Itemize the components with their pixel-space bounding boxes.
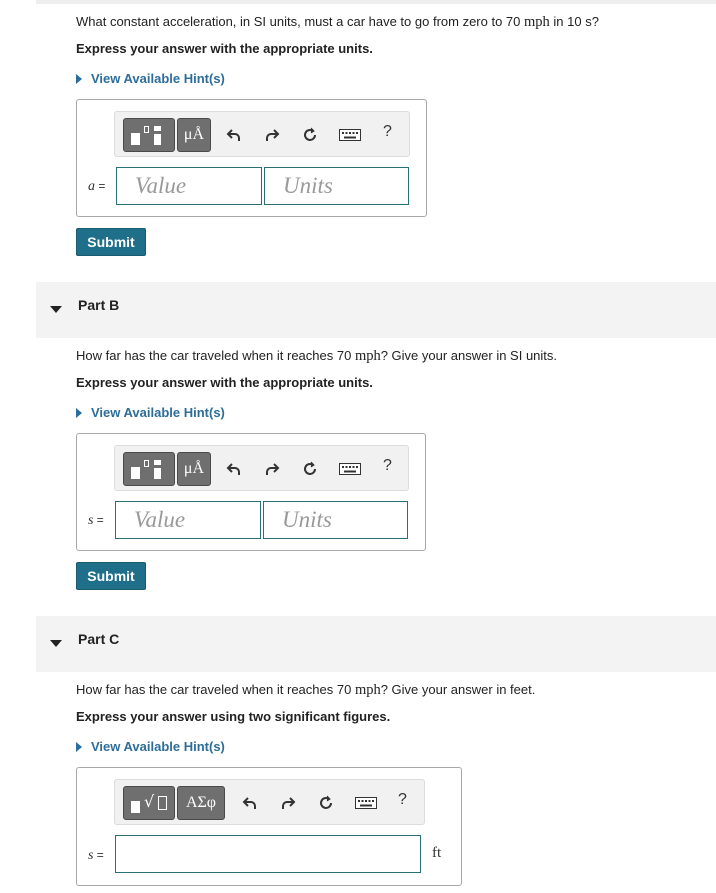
redo-icon[interactable]: [261, 124, 283, 146]
part-b-question: How far has the car traveled when it rea…: [76, 348, 558, 364]
expand-triangle-icon: [76, 742, 82, 752]
templates-button[interactable]: [123, 452, 175, 486]
help-icon[interactable]: ?: [398, 791, 407, 809]
redo-icon[interactable]: [277, 792, 299, 814]
part-c-header[interactable]: Part C: [36, 616, 716, 672]
part-a-variable-label: a =: [88, 179, 106, 194]
part-a-answer-box: μÅ ? a = Value Units: [76, 99, 427, 217]
part-c-title: Part C: [78, 631, 120, 647]
part-c-question: How far has the car traveled when it rea…: [76, 682, 536, 698]
part-b-header[interactable]: Part B: [36, 282, 716, 338]
reset-icon[interactable]: [299, 124, 321, 146]
expand-triangle-icon: [76, 74, 82, 84]
help-icon[interactable]: ?: [383, 123, 392, 141]
expand-triangle-icon: [76, 408, 82, 418]
help-icon[interactable]: ?: [383, 457, 392, 475]
units-button[interactable]: μÅ: [177, 118, 211, 152]
part-b-instruction: Express your answer with the appropriate…: [76, 375, 373, 390]
templates-button[interactable]: [123, 118, 175, 152]
part-b-hint-link[interactable]: View Available Hint(s): [76, 405, 225, 420]
reset-icon[interactable]: [299, 458, 321, 480]
part-b-toolbar: μÅ ?: [114, 445, 409, 491]
part-c-instruction: Express your answer using two significan…: [76, 709, 391, 724]
top-divider: [36, 0, 716, 4]
part-c-unit-label: ft: [432, 845, 442, 861]
part-a-instruction: Express your answer with the appropriate…: [76, 41, 373, 56]
part-a-question: What constant acceleration, in SI units,…: [76, 14, 599, 30]
undo-icon[interactable]: [239, 792, 261, 814]
part-c-answer-input[interactable]: [115, 835, 421, 873]
part-a-toolbar: μÅ ?: [114, 111, 410, 157]
part-b-title: Part B: [78, 297, 120, 313]
part-c-hint-link[interactable]: View Available Hint(s): [76, 739, 225, 754]
part-a-value-input[interactable]: Value: [116, 167, 262, 205]
part-b-answer-box: μÅ ? s = Value Units: [76, 433, 426, 551]
part-c-variable-label: s =: [88, 848, 104, 863]
undo-icon[interactable]: [223, 124, 245, 146]
part-b-submit-button[interactable]: Submit: [76, 562, 146, 590]
part-b-value-input[interactable]: Value: [115, 501, 261, 539]
units-button[interactable]: μÅ: [177, 452, 211, 486]
collapse-caret-icon: [50, 640, 62, 647]
undo-icon[interactable]: [223, 458, 245, 480]
part-a-submit-button[interactable]: Submit: [76, 228, 146, 256]
templates-button[interactable]: √: [123, 786, 175, 820]
keyboard-icon[interactable]: [353, 792, 379, 814]
part-c-toolbar: √ ΑΣφ ?: [114, 779, 425, 825]
collapse-caret-icon: [50, 306, 62, 313]
part-b-variable-label: s =: [88, 513, 104, 528]
reset-icon[interactable]: [315, 792, 337, 814]
keyboard-icon[interactable]: [337, 458, 363, 480]
part-a-units-input[interactable]: Units: [264, 167, 409, 205]
part-a-hint-link[interactable]: View Available Hint(s): [76, 71, 225, 86]
redo-icon[interactable]: [261, 458, 283, 480]
part-b-units-input[interactable]: Units: [263, 501, 408, 539]
greek-symbols-button[interactable]: ΑΣφ: [177, 786, 225, 820]
keyboard-icon[interactable]: [337, 124, 363, 146]
part-c-answer-box: √ ΑΣφ ? s = ft: [76, 767, 462, 886]
